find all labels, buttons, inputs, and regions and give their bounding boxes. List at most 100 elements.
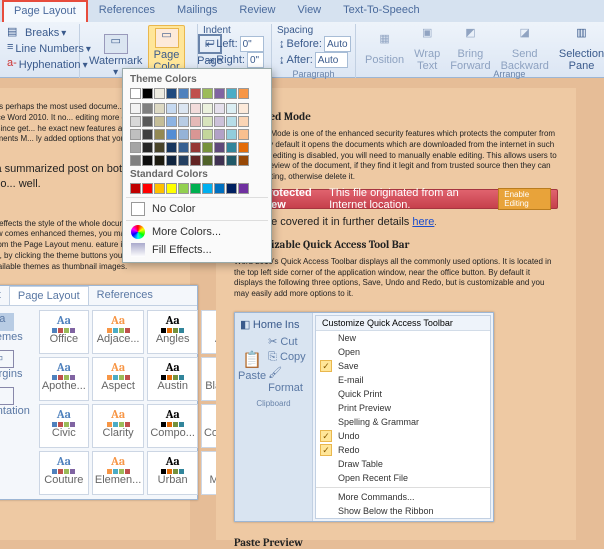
color-swatch[interactable] xyxy=(142,129,153,140)
color-swatch[interactable] xyxy=(238,155,249,166)
color-swatch[interactable] xyxy=(214,103,225,114)
color-swatch[interactable] xyxy=(226,103,237,114)
color-swatch[interactable] xyxy=(202,155,213,166)
tab-page-layout[interactable]: Page Layout xyxy=(2,0,88,22)
here-link[interactable]: here xyxy=(412,216,434,228)
indent-heading: Indent xyxy=(203,25,266,36)
line-numbers-button[interactable]: ≡Line Numbers▾ xyxy=(5,41,74,57)
color-swatch[interactable] xyxy=(238,142,249,153)
color-swatch[interactable] xyxy=(226,183,237,194)
spacing-after[interactable]: ↨After:Auto xyxy=(277,52,350,68)
color-swatch[interactable] xyxy=(178,103,189,114)
tab-references[interactable]: References xyxy=(88,0,166,22)
color-swatch[interactable] xyxy=(166,88,177,99)
color-swatch[interactable] xyxy=(202,103,213,114)
color-swatch[interactable] xyxy=(190,183,201,194)
indent-left[interactable]: ⇤Left:0" xyxy=(203,36,266,52)
color-swatch[interactable] xyxy=(130,129,141,140)
wrap-text-button[interactable]: ▣Wrap Text xyxy=(410,25,444,74)
spacing-after-input[interactable]: Auto xyxy=(315,52,348,68)
color-swatch[interactable] xyxy=(226,116,237,127)
color-swatch[interactable] xyxy=(154,88,165,99)
color-swatch[interactable] xyxy=(178,88,189,99)
indent-right[interactable]: ⇥Right:0" xyxy=(203,52,266,68)
tab-tts[interactable]: Text-To-Speech xyxy=(332,0,430,22)
color-swatch[interactable] xyxy=(214,142,225,153)
color-swatch[interactable] xyxy=(154,155,165,166)
color-swatch[interactable] xyxy=(238,103,249,114)
color-swatch[interactable] xyxy=(226,155,237,166)
color-swatch[interactable] xyxy=(202,129,213,140)
color-swatch[interactable] xyxy=(142,116,153,127)
color-swatch[interactable] xyxy=(190,88,201,99)
fill-effects-item[interactable]: Fill Effects... xyxy=(126,241,268,259)
color-swatch[interactable] xyxy=(190,129,201,140)
color-swatch[interactable] xyxy=(214,129,225,140)
color-swatch[interactable] xyxy=(166,155,177,166)
color-swatch[interactable] xyxy=(178,183,189,194)
hyphenation-button[interactable]: a-Hyphenation▾ xyxy=(5,57,74,73)
color-swatch[interactable] xyxy=(178,142,189,153)
dd-standard-colors-label: Standard Colors xyxy=(126,167,268,182)
color-swatch[interactable] xyxy=(226,129,237,140)
color-swatch[interactable] xyxy=(130,183,141,194)
color-swatch[interactable] xyxy=(142,88,153,99)
tab-view[interactable]: View xyxy=(286,0,332,22)
color-swatch[interactable] xyxy=(202,88,213,99)
bring-forward-button[interactable]: ◩Bring Forward xyxy=(446,25,494,74)
color-swatch[interactable] xyxy=(190,142,201,153)
color-swatch[interactable] xyxy=(178,116,189,127)
indent-left-input[interactable]: 0" xyxy=(240,36,264,52)
color-swatch[interactable] xyxy=(166,129,177,140)
tab-mailings[interactable]: Mailings xyxy=(166,0,228,22)
color-swatch[interactable] xyxy=(190,155,201,166)
color-swatch[interactable] xyxy=(190,116,201,127)
color-swatch[interactable] xyxy=(214,88,225,99)
selection-pane-button[interactable]: ▥Selection Pane xyxy=(555,25,604,74)
position-button[interactable]: ▦Position xyxy=(361,31,408,68)
color-swatch[interactable] xyxy=(166,142,177,153)
send-backward-button[interactable]: ◪Send Backward xyxy=(497,25,553,74)
color-swatch[interactable] xyxy=(202,183,213,194)
color-swatch[interactable] xyxy=(178,155,189,166)
color-swatch[interactable] xyxy=(238,183,249,194)
group-page-setup: ▤Breaks▾ ≡Line Numbers▾ a-Hyphenation▾ xyxy=(0,24,80,78)
color-swatch[interactable] xyxy=(226,88,237,99)
color-swatch[interactable] xyxy=(166,183,177,194)
color-swatch[interactable] xyxy=(214,183,225,194)
color-swatch[interactable] xyxy=(226,142,237,153)
indent-right-input[interactable]: 0" xyxy=(247,52,264,68)
color-swatch[interactable] xyxy=(130,88,141,99)
color-swatch[interactable] xyxy=(178,129,189,140)
color-swatch[interactable] xyxy=(130,103,141,114)
color-swatch[interactable] xyxy=(154,103,165,114)
color-swatch[interactable] xyxy=(142,103,153,114)
color-swatch[interactable] xyxy=(202,142,213,153)
color-swatch[interactable] xyxy=(154,116,165,127)
tab-review[interactable]: Review xyxy=(228,0,286,22)
breaks-button[interactable]: ▤Breaks▾ xyxy=(5,25,74,41)
color-swatch[interactable] xyxy=(142,155,153,166)
color-swatch[interactable] xyxy=(238,129,249,140)
copy-item: ⎘ Copy xyxy=(268,350,309,365)
color-swatch[interactable] xyxy=(130,116,141,127)
color-swatch[interactable] xyxy=(142,183,153,194)
no-color-item[interactable]: No Color xyxy=(126,200,268,218)
color-swatch[interactable] xyxy=(166,116,177,127)
color-swatch[interactable] xyxy=(190,103,201,114)
color-swatch[interactable] xyxy=(130,155,141,166)
color-swatch[interactable] xyxy=(238,116,249,127)
color-swatch[interactable] xyxy=(238,88,249,99)
color-swatch[interactable] xyxy=(214,116,225,127)
color-swatch[interactable] xyxy=(154,142,165,153)
spacing-before-input[interactable]: Auto xyxy=(324,36,351,52)
color-swatch[interactable] xyxy=(166,103,177,114)
spacing-before[interactable]: ↨Before:Auto xyxy=(277,36,350,52)
color-swatch[interactable] xyxy=(130,142,141,153)
color-swatch[interactable] xyxy=(154,129,165,140)
color-swatch[interactable] xyxy=(202,116,213,127)
more-colors-item[interactable]: More Colors... xyxy=(126,223,268,241)
color-swatch[interactable] xyxy=(142,142,153,153)
color-swatch[interactable] xyxy=(154,183,165,194)
color-swatch[interactable] xyxy=(214,155,225,166)
